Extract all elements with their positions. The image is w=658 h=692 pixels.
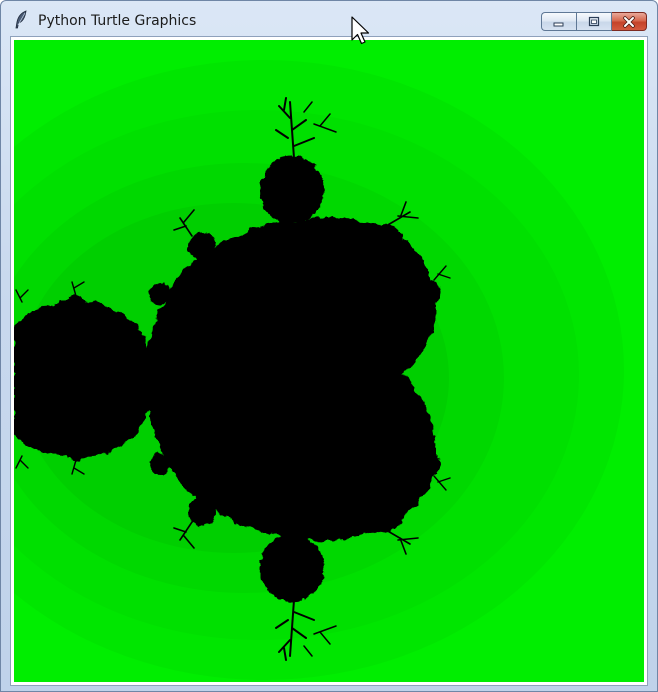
top-bulb: [260, 156, 324, 224]
close-button[interactable]: [612, 12, 647, 31]
title-bar[interactable]: Python Turtle Graphics: [1, 1, 657, 37]
bulb-left-bottom: [149, 453, 171, 475]
mouse-cursor-icon: [351, 16, 370, 45]
canvas-frame: [10, 36, 648, 686]
mandelbrot-canvas[interactable]: [14, 40, 644, 682]
bulb-lower-right: [370, 500, 402, 532]
bulb-left-top: [149, 283, 171, 305]
maximize-button[interactable]: [576, 12, 612, 31]
bulb-right-top: [419, 281, 441, 303]
bulb-left-upper-small: [65, 295, 87, 317]
caption-buttons: [541, 12, 647, 32]
minimize-button[interactable]: [541, 12, 576, 31]
close-icon: [623, 15, 635, 28]
bulb-right-bottom: [419, 453, 441, 475]
period-2-bulb: [14, 300, 154, 458]
main-cardioid: [146, 217, 437, 541]
bulb-left-lower-small: [65, 439, 87, 461]
bulb-upper-right: [370, 224, 402, 256]
window-title: Python Turtle Graphics: [38, 13, 197, 29]
bottom-bulb: [260, 534, 324, 602]
minimize-icon: [553, 22, 564, 26]
turtle-window: Python Turtle Graphics: [0, 0, 658, 692]
feather-icon: [15, 10, 27, 29]
maximize-icon: [588, 16, 600, 27]
